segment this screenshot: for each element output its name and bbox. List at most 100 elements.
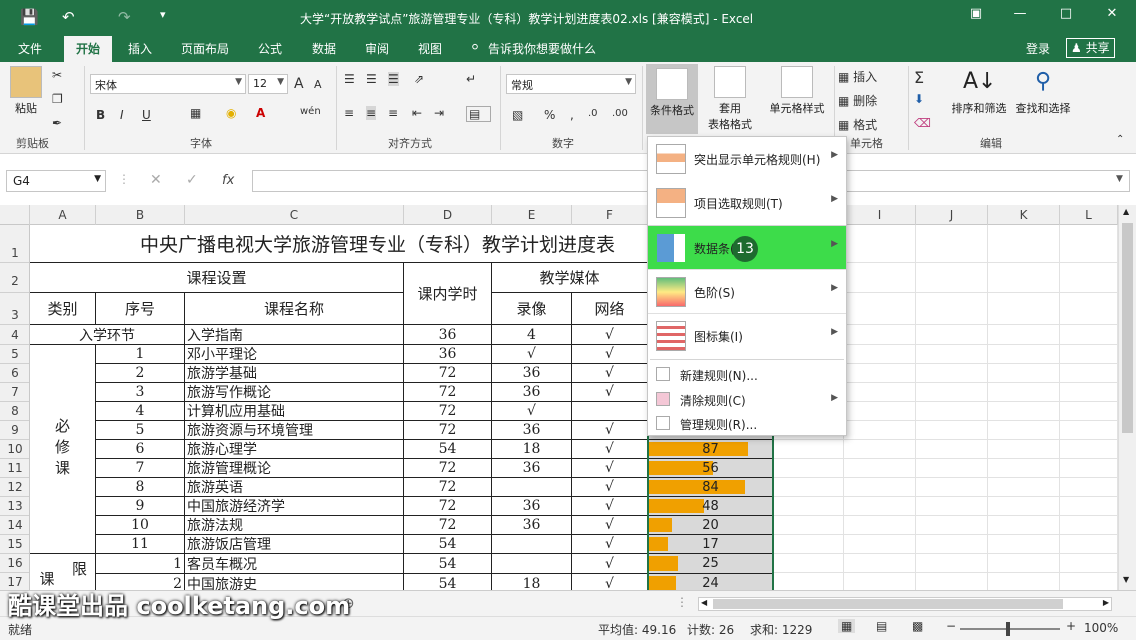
tab-page-layout[interactable]: 页面布局	[181, 40, 229, 57]
cell-databar[interactable]: 87	[648, 440, 774, 459]
row-header[interactable]: 1	[0, 225, 29, 263]
col-header-d[interactable]: D	[404, 205, 492, 225]
empty-cell[interactable]	[844, 263, 916, 293]
cell-network[interactable]: √	[572, 325, 648, 345]
cell-course-name[interactable]: 旅游英语	[185, 478, 404, 497]
empty-cell[interactable]	[988, 535, 1060, 554]
login-link[interactable]: 登录	[1026, 40, 1050, 57]
bold-button[interactable]: B	[96, 108, 105, 122]
cell-video[interactable]: 36	[492, 364, 572, 383]
cell-network[interactable]: √	[572, 459, 648, 478]
empty-cell[interactable]	[774, 554, 844, 573]
cell-course-name[interactable]: 旅游资源与环境管理	[185, 421, 404, 440]
row-header[interactable]: 6	[0, 364, 29, 383]
col-header-b[interactable]: B	[96, 205, 185, 225]
cut-icon[interactable]: ✂	[52, 68, 62, 82]
cell-course-name[interactable]: 旅游学基础	[185, 364, 404, 383]
cell-hours[interactable]: 72	[404, 478, 492, 497]
row-header[interactable]: 2	[0, 263, 29, 293]
cell-hours[interactable]: 36	[404, 325, 492, 345]
row-header[interactable]: 7	[0, 383, 29, 402]
italic-button[interactable]: I	[120, 108, 124, 122]
page-layout-view-icon[interactable]: ▤	[876, 619, 887, 633]
col-header-e[interactable]: E	[492, 205, 572, 225]
empty-cell[interactable]	[844, 440, 916, 459]
empty-cell[interactable]	[1060, 402, 1118, 421]
cell-video[interactable]: 36	[492, 459, 572, 478]
empty-cell[interactable]	[988, 225, 1060, 263]
tab-review[interactable]: 审阅	[365, 40, 389, 57]
decrease-indent-icon[interactable]: ⇤	[412, 106, 422, 120]
empty-cell[interactable]	[1060, 535, 1118, 554]
empty-cell[interactable]	[1060, 459, 1118, 478]
empty-cell[interactable]	[916, 421, 988, 440]
ribbon-options-icon[interactable]: ▣	[956, 6, 996, 28]
increase-font-icon[interactable]: A	[294, 76, 304, 92]
page-break-view-icon[interactable]: ▩	[912, 619, 923, 633]
empty-cell[interactable]	[774, 459, 844, 478]
row-header[interactable]: 8	[0, 402, 29, 421]
empty-cell[interactable]	[844, 225, 916, 263]
row-header[interactable]: 5	[0, 345, 29, 364]
header-network[interactable]: 网络	[572, 293, 648, 325]
scroll-right-icon[interactable]: ▶	[1103, 598, 1109, 607]
empty-cell[interactable]	[844, 383, 916, 402]
increase-decimal-icon[interactable]: .0	[588, 108, 598, 119]
cell-network[interactable]: √	[572, 554, 648, 574]
empty-cell[interactable]	[844, 478, 916, 497]
redo-icon[interactable]: ↷	[118, 8, 131, 26]
cell-video[interactable]: 36	[492, 421, 572, 440]
empty-cell[interactable]	[916, 263, 988, 293]
row-header[interactable]: 11	[0, 459, 29, 478]
empty-cell[interactable]	[1060, 293, 1118, 325]
close-icon[interactable]: ✕	[1092, 6, 1132, 28]
cell-number[interactable]: 9	[96, 497, 185, 516]
cell-number[interactable]: 11	[96, 535, 185, 554]
col-header-f[interactable]: F	[572, 205, 648, 225]
row-header[interactable]: 3	[0, 293, 29, 325]
copy-icon[interactable]: ❐	[52, 92, 63, 106]
cell-course-name[interactable]: 客员车概况	[185, 554, 404, 574]
col-header-l[interactable]: L	[1060, 205, 1118, 225]
empty-cell[interactable]	[988, 293, 1060, 325]
header-course-name[interactable]: 课程名称	[185, 293, 404, 325]
cell-course-name[interactable]: 中国旅游经济学	[185, 497, 404, 516]
empty-cell[interactable]	[988, 440, 1060, 459]
scroll-left-icon[interactable]: ◀	[701, 598, 707, 607]
empty-cell[interactable]	[774, 497, 844, 516]
cell-video[interactable]: 4	[492, 325, 572, 345]
cell-course-name[interactable]: 旅游写作概论	[185, 383, 404, 402]
empty-cell[interactable]	[844, 516, 916, 535]
empty-cell[interactable]	[1060, 516, 1118, 535]
expand-formula-icon[interactable]: ▼	[1116, 174, 1123, 184]
tab-formulas[interactable]: 公式	[258, 40, 282, 57]
worksheet-grid[interactable]: 中央广播电视大学旅游管理专业（专科）教学计划进度表 课程设置 课内学时 教学媒体…	[30, 225, 1118, 590]
empty-cell[interactable]	[1060, 497, 1118, 516]
cell-hours[interactable]: 72	[404, 516, 492, 535]
align-top-icon[interactable]: ☰	[344, 72, 355, 86]
zoom-slider[interactable]	[960, 628, 1060, 630]
maximize-icon[interactable]: □	[1046, 6, 1086, 28]
cell-network[interactable]: √	[572, 421, 648, 440]
tab-insert[interactable]: 插入	[128, 40, 152, 57]
empty-cell[interactable]	[844, 325, 916, 345]
cell-databar[interactable]: 25	[648, 554, 774, 574]
empty-cell[interactable]	[916, 573, 988, 590]
align-right-icon[interactable]: ≡	[388, 106, 398, 120]
format-as-table-button[interactable]: 套用 表格格式	[702, 66, 758, 132]
empty-cell[interactable]	[774, 478, 844, 497]
cell-video[interactable]	[492, 478, 572, 497]
header-hours[interactable]: 课内学时	[404, 263, 492, 325]
cell-number[interactable]: 2	[96, 364, 185, 383]
empty-cell[interactable]	[1060, 325, 1118, 345]
row-header[interactable]: 12	[0, 478, 29, 497]
cell-network[interactable]	[572, 402, 648, 421]
align-center-icon[interactable]: ≡	[366, 106, 377, 120]
row-header[interactable]: 13	[0, 497, 29, 516]
cell-number[interactable]: 7	[96, 459, 185, 478]
cell-video[interactable]: 18	[492, 574, 572, 590]
cell-video[interactable]: 36	[492, 497, 572, 516]
header-media[interactable]: 教学媒体	[492, 263, 648, 293]
empty-cell[interactable]	[916, 293, 988, 325]
share-button[interactable]: ♟ 共享	[1066, 38, 1115, 58]
